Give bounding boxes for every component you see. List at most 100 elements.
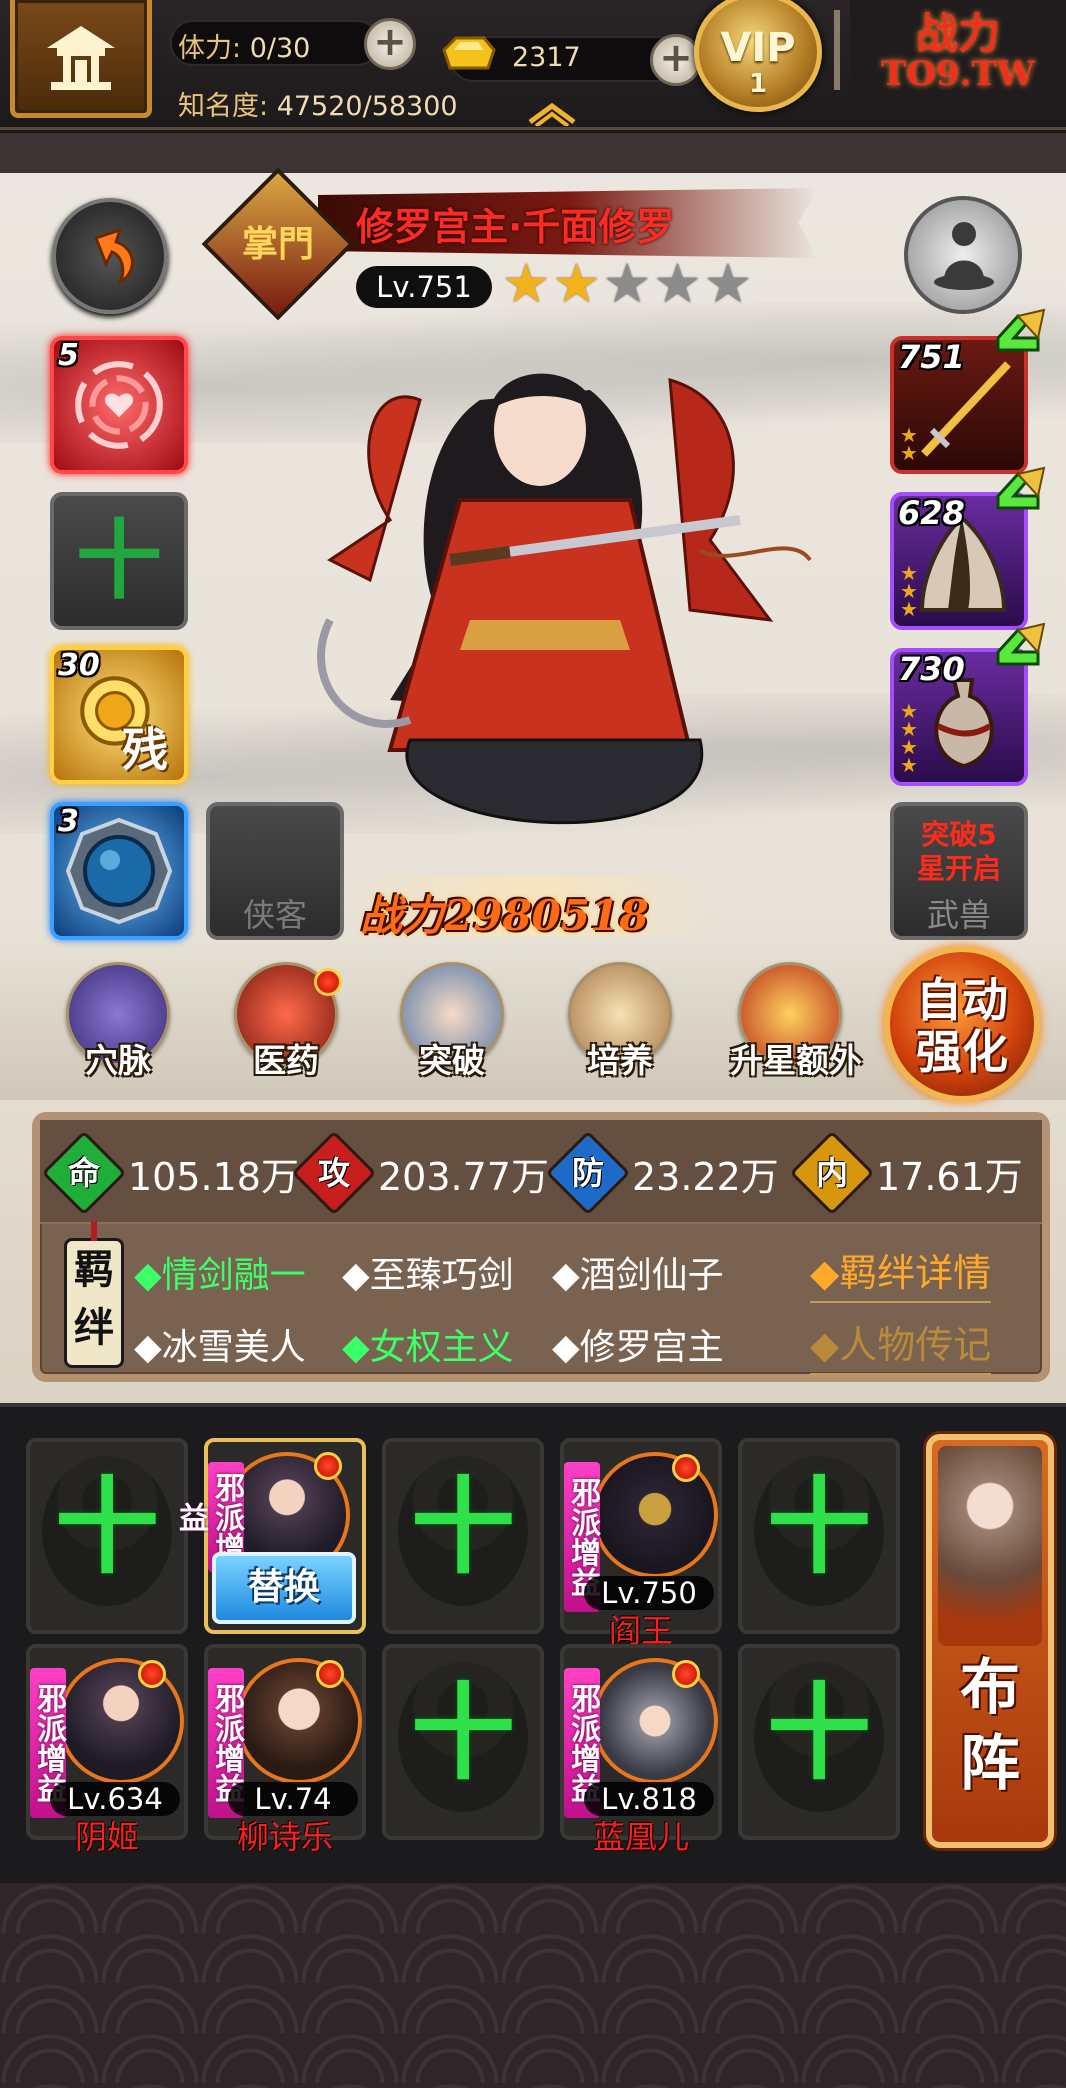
biography-link[interactable]: ◆人物传记 — [810, 1314, 992, 1375]
bond-details-link[interactable]: ◆羁绊详情 — [810, 1242, 992, 1303]
hero-level: Lv.751 — [356, 266, 492, 308]
formation-setup-button[interactable]: 布阵 — [926, 1434, 1054, 1848]
meditation-view-button[interactable] — [904, 196, 1022, 314]
upgrade-arrow-icon[interactable] — [988, 622, 1048, 682]
member-level: Lv.74 — [228, 1782, 358, 1816]
hero-star-rating: ★ ★ ★ ★ ★ — [502, 254, 752, 314]
skill-slot-1[interactable]: 5 — [50, 336, 188, 474]
bond-item: ◆女权主义 — [342, 1327, 514, 1368]
func-medicine-label: 医药 — [253, 1041, 319, 1080]
attr-attack-label: 攻 — [317, 1154, 350, 1192]
attr-hp-label: 命 — [67, 1154, 100, 1192]
func-medicine-button[interactable]: 医药 — [226, 962, 346, 1092]
add-plus-icon: 十 — [410, 1672, 515, 1794]
attr-attack: 攻 203.77万 — [291, 1130, 549, 1216]
top-resource-bar: 体力: 0/30 + 2317 + 知名度: 47520/58300 VIP 1… — [0, 0, 1066, 130]
vip-level: 1 — [748, 69, 768, 99]
star-empty-icon: ★ — [653, 252, 702, 315]
formation-slot-empty[interactable]: 十 — [26, 1438, 188, 1634]
func-cultivate-label: 培养 — [587, 1041, 653, 1080]
attr-defense-value: 23.22万 — [632, 1154, 779, 1199]
bond-tag: 羁绊 — [64, 1221, 124, 1368]
footer-wave-pattern — [0, 1883, 1066, 2088]
rank-badge-text: 掌門 — [241, 223, 314, 265]
mount-locked-line2: 星开启 — [916, 852, 1001, 885]
hero-name: 修罗宫主·千面修罗 — [356, 205, 675, 249]
formation-slot-empty[interactable]: 十 — [382, 1438, 544, 1634]
fame-label: 知名度: — [178, 91, 269, 122]
fame-value: 47520/58300 — [276, 91, 458, 122]
bond-item: ◆修罗宫主 — [552, 1327, 724, 1368]
bond-item: ◆至臻巧剑 — [342, 1255, 514, 1296]
formation-slot-member[interactable]: 邪派增益 Lv.818 蓝凰儿 — [560, 1644, 722, 1856]
divider — [834, 10, 840, 90]
back-button[interactable] — [52, 198, 168, 314]
companion-placeholder: 侠客 — [242, 896, 307, 934]
stamina-display: 体力: 0/30 — [178, 26, 310, 65]
power-ad-banner[interactable]: 战力 TO9.TW — [850, 0, 1066, 100]
skill-slot-4-level: 3 — [58, 804, 79, 839]
formation-slot-empty[interactable]: 十 — [738, 1644, 900, 1840]
chevron-up-icon[interactable] — [522, 96, 582, 126]
formation-slot-member[interactable]: 邪派增益 Lv.750 阎王 — [560, 1438, 722, 1650]
equip-mount-slot-locked[interactable]: 突破5 星开启 武兽 — [890, 802, 1028, 940]
fame-display: 知名度: 47520/58300 — [178, 84, 458, 123]
auto-strengthen-button[interactable]: 自动 强化 — [884, 946, 1040, 1102]
add-plus-icon: 十 — [76, 511, 162, 611]
formation-slot-empty[interactable]: 十 — [382, 1644, 544, 1840]
vip-badge[interactable]: VIP 1 — [694, 0, 822, 112]
formation-slot-member[interactable]: 邪派增益 Lv.634 阴姬 — [26, 1644, 188, 1856]
func-meridian-button[interactable]: 穴脉 — [58, 962, 178, 1092]
skill-slot-4[interactable]: 3 — [50, 802, 188, 940]
stamina-value: 0/30 — [249, 33, 311, 64]
formation-slot-empty[interactable]: 十 — [738, 1438, 900, 1634]
add-plus-icon: 十 — [54, 1466, 159, 1588]
formation-slot-member[interactable]: 邪派增益 Lv.74 柳诗乐 — [204, 1644, 366, 1856]
member-name: 蓝凰儿 — [592, 1818, 689, 1856]
func-breakthrough-button[interactable]: 突破 — [392, 962, 512, 1092]
notification-dot — [316, 1660, 344, 1688]
func-cultivate-button[interactable]: 培养 — [560, 962, 680, 1092]
stamina-label: 体力: — [178, 33, 242, 64]
notification-dot — [314, 1452, 342, 1480]
swap-button[interactable]: 替换 — [212, 1552, 356, 1624]
func-star-up-extra-label: 升星额外 — [730, 1041, 862, 1080]
formation-slot-current-hero[interactable]: 邪派增益 替换 — [173, 1438, 366, 1634]
skill-slot-3[interactable]: 残 30 — [50, 646, 188, 784]
skill-slot-1-level: 5 — [58, 338, 79, 373]
skill-slot-2-empty[interactable]: 十 — [50, 492, 188, 630]
blue-orb-skill-icon — [65, 817, 173, 925]
add-stamina-button[interactable]: + — [364, 18, 416, 70]
star-empty-icon: ★ — [602, 252, 652, 315]
gold-ingot-icon — [442, 36, 496, 70]
auto-strengthen-line2: 强化 — [916, 1025, 1008, 1079]
rose-heart-skill-icon — [75, 361, 163, 449]
attr-inner-label: 内 — [815, 1154, 848, 1192]
member-level: Lv.750 — [584, 1576, 714, 1610]
star-filled-icon: ★ — [502, 252, 551, 315]
home-pavilion-button[interactable] — [10, 0, 152, 118]
gold-value: 2317 — [512, 42, 581, 73]
equip-accessory-stars: ★ ★ ★ ★ — [900, 699, 918, 777]
member-level: Lv.634 — [50, 1782, 180, 1816]
ad-subtitle: TO9.TW — [881, 54, 1035, 94]
mount-locked-text: 突破5 星开启 — [894, 818, 1024, 886]
attack-diamond-icon: 攻 — [291, 1130, 377, 1216]
notification-dot — [138, 1660, 166, 1688]
upgrade-arrow-icon[interactable] — [988, 466, 1048, 526]
func-breakthrough-label: 突破 — [419, 1041, 485, 1080]
attribute-panel: 命 105.18万 攻 203.77万 防 23.22万 内 17.61万 羁绊… — [32, 1112, 1050, 1382]
func-star-up-extra-button[interactable]: 升星额外 — [730, 962, 862, 1092]
attribute-row: 命 105.18万 攻 203.77万 防 23.22万 内 17.61万 — [40, 1120, 1042, 1224]
vip-title: VIP — [720, 25, 796, 71]
star-empty-icon: ★ — [703, 252, 753, 315]
attr-attack-value: 203.77万 — [378, 1154, 549, 1199]
formation-button-art — [938, 1446, 1042, 1646]
mount-locked-line1: 突破5 — [921, 818, 997, 851]
member-name: 柳诗乐 — [236, 1818, 333, 1856]
upgrade-arrow-icon[interactable] — [988, 308, 1048, 368]
add-plus-icon: 十 — [410, 1466, 515, 1588]
notification-dot — [672, 1454, 700, 1482]
attr-hp: 命 105.18万 — [41, 1130, 299, 1216]
bond-item: ◆酒剑仙子 — [552, 1255, 724, 1296]
